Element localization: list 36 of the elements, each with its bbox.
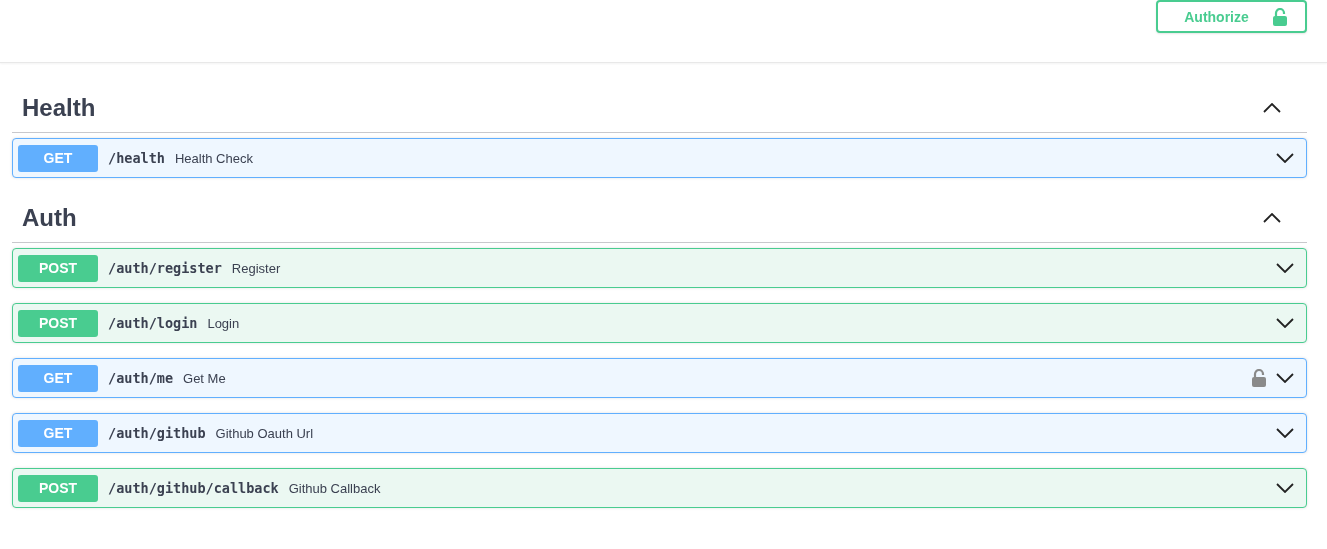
lock-icon[interactable] [1252,369,1266,387]
collapse-chevron-icon[interactable] [1263,102,1281,113]
method-badge: GET [18,144,98,172]
expand-chevron-icon[interactable] [1276,483,1294,493]
endpoint-summary: Register [231,260,281,276]
method-badge: GET [18,419,98,447]
operation-row[interactable]: POST /auth/github/callback Github Callback [12,468,1307,508]
operation-row[interactable]: GET /auth/github Github Oauth Url [12,413,1307,453]
expand-chevron-icon[interactable] [1276,153,1294,163]
endpoint-path: /health [108,150,165,166]
collapse-chevron-icon[interactable] [1263,212,1281,223]
operation-row[interactable]: POST /auth/register Register [12,248,1307,288]
method-badge: POST [18,474,98,502]
operation-row[interactable]: POST /auth/login Login [12,303,1307,343]
lock-icon [1272,7,1287,26]
endpoint-summary: Get Me [183,370,226,386]
section-title: Health [22,93,96,122]
expand-chevron-icon[interactable] [1276,373,1294,383]
endpoint-path: /auth/github [108,425,206,441]
endpoint-summary: Github Callback [288,480,381,496]
endpoint-path: /auth/me [108,370,174,386]
endpoint-path: /auth/register [108,260,222,276]
method-badge: GET [18,364,98,392]
method-badge: POST [18,309,98,337]
expand-chevron-icon[interactable] [1276,318,1294,328]
endpoint-summary: Github Oauth Url [215,425,314,441]
endpoint-path: /auth/login [108,315,198,331]
endpoint-summary: Health Check [174,150,253,166]
endpoint-summary: Login [207,315,240,331]
method-badge: POST [18,254,98,282]
expand-chevron-icon[interactable] [1276,428,1294,438]
operation-row[interactable]: GET /health Health Check [12,138,1307,178]
endpoint-path: /auth/github/callback [108,480,279,496]
section-title: Auth [22,203,77,232]
operation-row[interactable]: GET /auth/me Get Me [12,358,1307,398]
expand-chevron-icon[interactable] [1276,263,1294,273]
